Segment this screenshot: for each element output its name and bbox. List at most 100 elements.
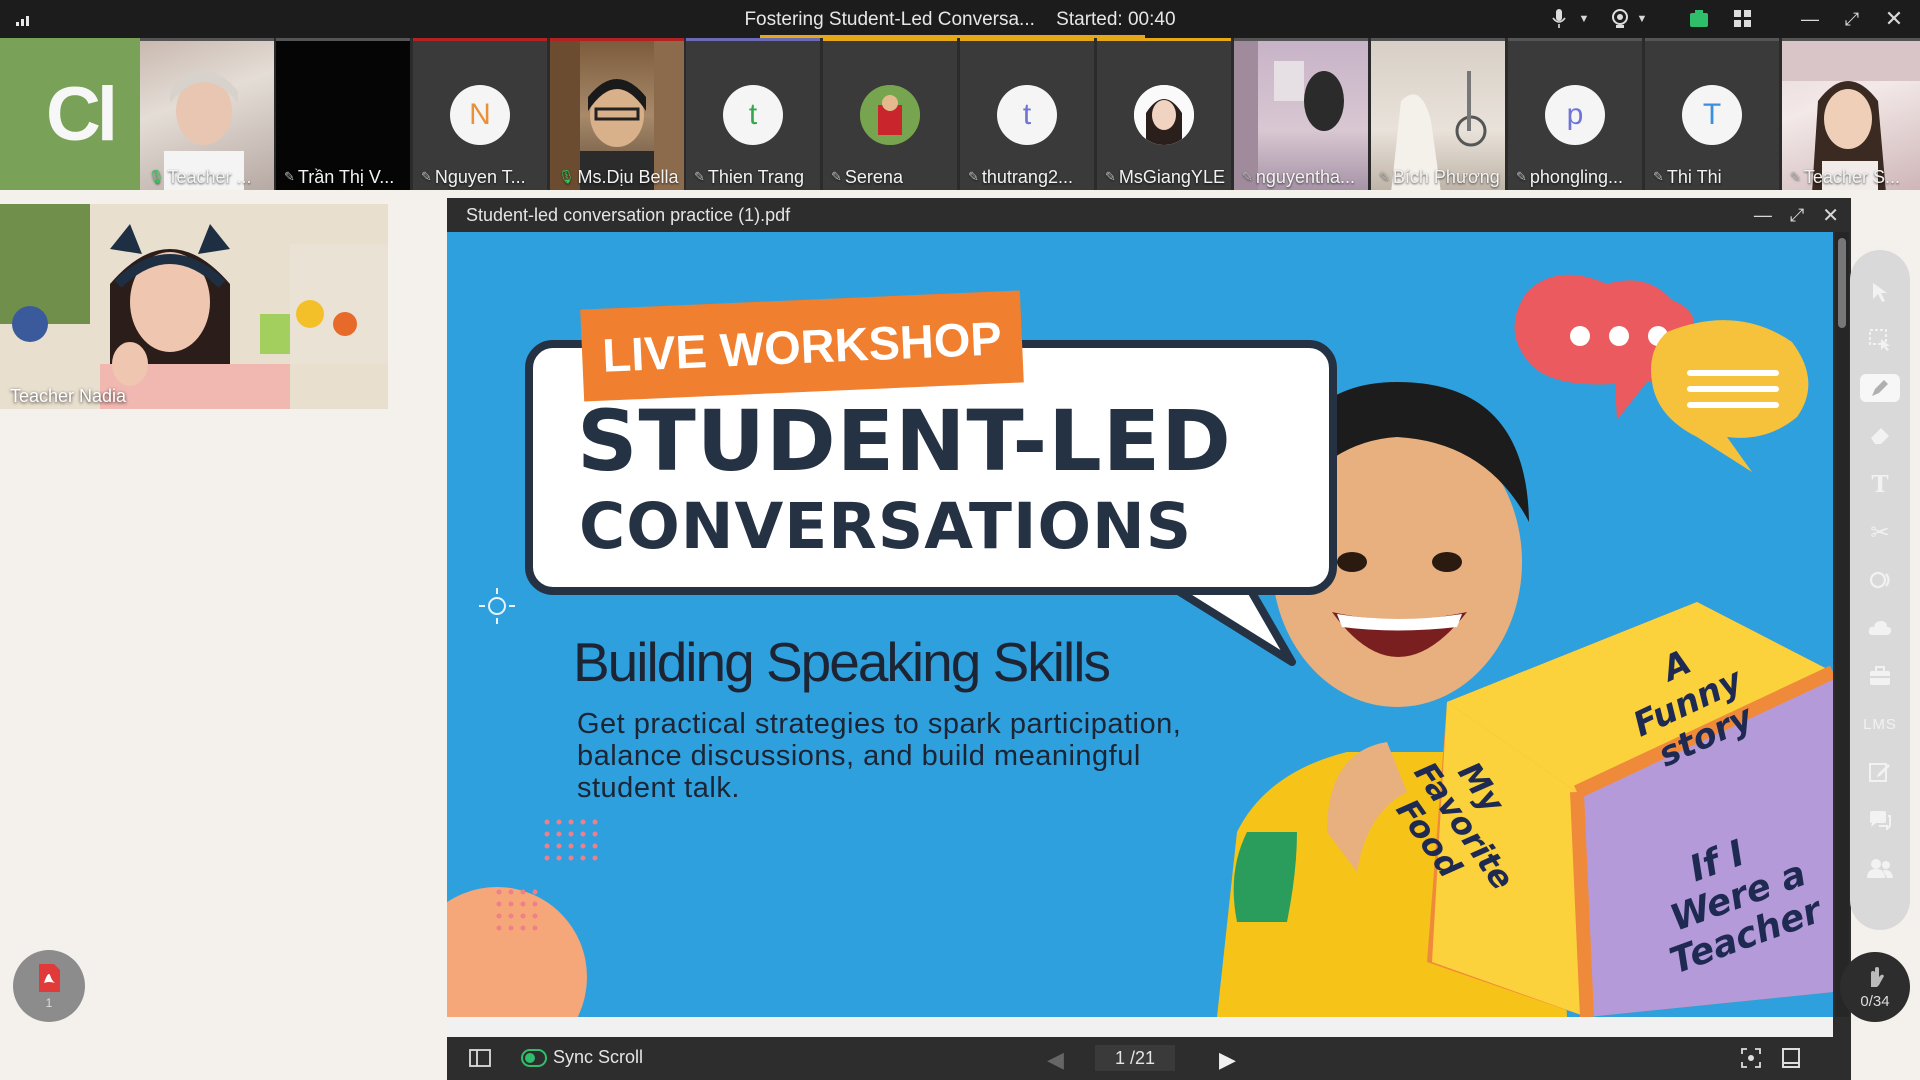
microphone-icon[interactable] [1546,9,1572,29]
participant-name: Teacher ... [167,166,252,187]
eraser-icon[interactable] [1860,422,1900,450]
brand-logo-text: Cl [46,71,118,157]
mic-muted-icon: ✎ [831,169,842,184]
participant-strip: Cl 🎙 Teacher ... ✎ Trần Thị V... N ✎ Nguyen… [0,38,1920,190]
mic-muted-icon: ✎ [1516,169,1527,184]
top-bar: Fostering Student-Led Conversa... Starte… [0,0,1920,38]
sync-scroll-label: Sync Scroll [553,1047,644,1067]
session-timer: Started: 00:40 [1056,9,1176,30]
mic-muted-icon: ✎ [968,169,979,184]
sync-scroll-toggle[interactable]: Sync Scroll [521,1047,643,1068]
participant-tile[interactable]: 🎙 Ms.Dịu Bella [550,38,684,190]
pdf-filename: Student-led conversation practice (1).pd… [466,204,791,225]
pdf-scrollbar-thumb[interactable] [1838,238,1846,328]
raise-hand-count: 0/34 [1860,992,1890,1010]
fit-screen-icon[interactable] [1741,1048,1761,1068]
fullscreen-icon[interactable]: ⤢ [1840,9,1864,30]
pdf-file-button[interactable]: 1 [13,950,85,1022]
participant-tile[interactable]: ✎ Trần Thị V... [276,38,410,190]
whiteboard-toolbar: T ✂ LMS [1850,250,1910,930]
live-workshop-tag: LIVE WORKSHOP [580,290,1024,402]
camera-icon[interactable] [1608,9,1632,29]
sidebar-toggle-icon[interactable] [469,1049,491,1067]
participant-avatar: t [723,85,783,145]
mic-muted-icon: ✎ [421,169,432,184]
slide-description: Get practical strategies to spark partic… [577,708,1182,804]
mic-muted-icon: ✎ [1379,169,1390,184]
grid-layout-icon[interactable] [1730,10,1756,28]
microphone-dropdown-icon[interactable]: ▼ [1574,13,1594,25]
participant-name: Thien Trang [707,166,804,187]
participant-tile[interactable]: ✎ nguyentha... [1234,38,1368,190]
slide-headline-1: STUDENT-LED [577,392,1232,490]
pdf-header: Student-led conversation practice (1).pd… [447,198,1851,232]
participant-tile[interactable]: ✎ Bích Phương [1371,38,1505,190]
participant-tile[interactable]: ✎ MsGiangYLE [1097,38,1231,190]
session-title: Fostering Student-Led Conversa... [744,9,1035,30]
main-video-name: Teacher Nadia [10,386,127,406]
toolbox-icon[interactable] [1860,662,1900,690]
mic-muted-icon: ✎ [1105,169,1116,184]
record-icon[interactable] [1686,10,1712,28]
pdf-slide[interactable]: AFunnystory MyFavoriteFood If IWere aTea… [447,232,1833,1017]
mic-on-icon: 🎙 [558,169,575,184]
participant-tile[interactable]: 🎙 Teacher ... [140,38,274,190]
cloud-icon[interactable] [1860,614,1900,642]
participant-name: Nguyen T... [434,166,526,187]
participant-name: nguyentha... [1255,166,1355,187]
chat-icon[interactable] [1860,806,1900,834]
mic-muted-icon: ✎ [694,169,705,184]
participant-name: MsGiangYLE [1118,166,1225,187]
minimize-icon[interactable]: — [1798,9,1822,30]
toggle-switch-icon [521,1048,547,1067]
pdf-close-icon[interactable]: ✕ [1822,203,1839,228]
participant-name: Thi Thi [1666,166,1722,187]
participant-name: Serena [844,166,903,187]
participant-tile[interactable]: t ✎ thutrang2... [960,38,1094,190]
participant-tile[interactable]: N ✎ Nguyen T... [413,38,547,190]
mic-muted-icon: ✎ [284,169,295,184]
next-page-icon[interactable]: ▶ [1219,1047,1236,1073]
mic-on-icon: 🎙 [148,169,165,184]
scissors-icon[interactable]: ✂ [1860,518,1900,546]
participant-tile[interactable]: T ✎ Thi Thi [1645,38,1779,190]
pdf-file-icon [36,963,62,996]
participant-tile[interactable]: p ✎ phongling... [1508,38,1642,190]
participant-tile[interactable]: ✎ Teacher S... [1782,38,1920,190]
pen-icon[interactable] [1860,374,1900,402]
edit-icon[interactable] [1860,758,1900,786]
pdf-scrollbar[interactable] [1835,232,1849,1017]
main-teacher-video[interactable]: Teacher Nadia [0,204,388,409]
participant-avatar: t [997,85,1057,145]
participant-tile[interactable]: t ✎ Thien Trang [686,38,820,190]
participant-tile[interactable]: ✎ Serena [823,38,957,190]
page-layout-icon[interactable] [1781,1048,1801,1068]
pdf-maximize-icon[interactable]: ⤢ [1790,205,1804,226]
users-icon[interactable] [1860,854,1900,882]
mic-muted-icon: ✎ [1790,169,1801,184]
participant-avatar [1134,85,1194,145]
camera-dropdown-icon[interactable]: ▼ [1632,13,1652,25]
pdf-footer: Sync Scroll ◀ 1 /21 ▶ [447,1037,1851,1080]
shape-icon[interactable] [1860,566,1900,594]
close-icon[interactable]: ✕ [1882,6,1906,32]
raise-hand-counter[interactable]: 0/34 [1840,952,1910,1022]
raise-hand-icon [1863,965,1887,993]
cursor-icon[interactable] [1860,278,1900,306]
participant-name: Bích Phương [1392,166,1500,187]
prev-page-icon[interactable]: ◀ [1047,1047,1064,1073]
lms-button[interactable]: LMS [1860,710,1900,738]
participant-avatar: p [1545,85,1605,145]
text-icon[interactable]: T [1860,470,1900,498]
mic-muted-icon: ✎ [1242,169,1253,184]
page-indicator[interactable]: 1 /21 [1095,1045,1175,1071]
pdf-minimize-icon[interactable]: — [1754,205,1772,226]
brand-logo: Cl [0,38,140,190]
participant-name: Teacher S... [1803,166,1900,187]
participant-avatar: N [450,85,510,145]
page-number-text: 1 /21 [1114,1047,1156,1068]
participant-name: Ms.Dịu Bella [577,166,679,187]
pdf-viewer-window: Student-led conversation practice (1).pd… [447,198,1851,1080]
slide-subtitle: Building Speaking Skills [573,631,1111,693]
select-area-icon[interactable] [1860,326,1900,354]
